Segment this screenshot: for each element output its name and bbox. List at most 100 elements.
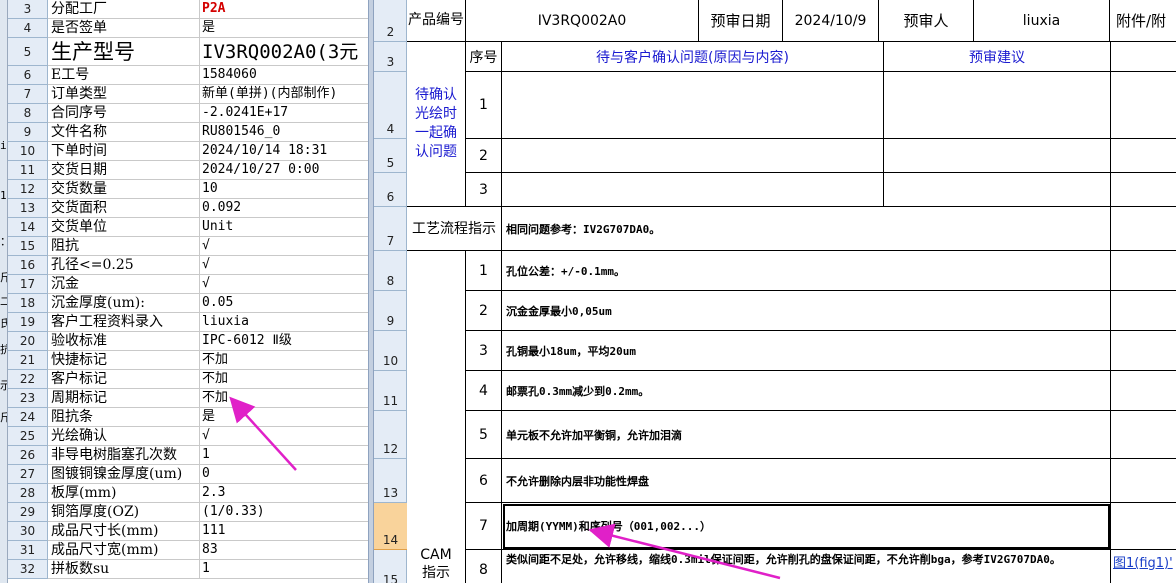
cam-item-num[interactable]: 8	[466, 550, 502, 583]
cam-item-text[interactable]: 邮票孔0.3mm减少到0.2mm。	[502, 371, 1111, 411]
cam-item-text[interactable]: 孔位公差：+/-0.1mm。	[502, 251, 1111, 291]
field-value-cell[interactable]: √	[200, 256, 368, 275]
row-header[interactable]: 9	[8, 123, 48, 142]
field-label-cell[interactable]: 周期标记	[48, 389, 200, 408]
row-header[interactable]: 24	[8, 408, 48, 427]
row-header[interactable]: 23	[8, 389, 48, 408]
field-value-cell[interactable]: 0	[200, 465, 368, 484]
field-label-cell[interactable]: 孔径<=0.25	[48, 256, 200, 275]
field-label-cell[interactable]: 客户工程资料录入	[48, 313, 200, 332]
row-header[interactable]: 11	[374, 371, 407, 411]
row-header[interactable]: 14	[8, 218, 48, 237]
field-label-cell[interactable]: 分配工厂	[48, 0, 200, 19]
row-header[interactable]: 30	[8, 522, 48, 541]
cam-item-text[interactable]: 类似间距不足处，允许移线，缩线0.3mil保证间距，允许削孔的盘保证间距，不允许…	[502, 550, 1111, 583]
field-label-cell[interactable]: 沉金	[48, 275, 200, 294]
cam-item-num[interactable]: 4	[466, 371, 502, 411]
issue-cell[interactable]	[502, 173, 884, 207]
row-header[interactable]: 16	[8, 256, 48, 275]
row-header[interactable]: 12	[8, 180, 48, 199]
cam-item-num[interactable]: 1	[466, 251, 502, 291]
row-header[interactable]: 9	[374, 291, 407, 331]
cam-item-num[interactable]: 3	[466, 331, 502, 371]
product-number-value[interactable]: IV3RQ002A0	[466, 0, 699, 42]
field-label-cell[interactable]: 交货单位	[48, 218, 200, 237]
row-header[interactable]: 13	[8, 199, 48, 218]
cam-item-text[interactable]: 不允许删除内层非功能性焊盘	[502, 459, 1111, 503]
cell[interactable]	[1111, 251, 1176, 291]
row-header[interactable]: 25	[8, 427, 48, 446]
field-value-cell[interactable]: 是	[200, 19, 368, 38]
field-value-cell[interactable]: -2.0241E+17	[200, 104, 368, 123]
field-value-cell[interactable]: RU801546_0	[200, 123, 368, 142]
row-header-selected[interactable]: 14	[374, 503, 407, 550]
field-value-cell[interactable]: liuxia	[200, 313, 368, 332]
row-header[interactable]: 19	[8, 313, 48, 332]
field-label-cell[interactable]: 拼板数su	[48, 560, 200, 579]
field-value-cell[interactable]: IPC-6012 Ⅱ级	[200, 332, 368, 351]
cam-item-num[interactable]: 6	[466, 459, 502, 503]
cell[interactable]	[1111, 139, 1176, 173]
row-header[interactable]: 6	[8, 66, 48, 85]
field-label-cell[interactable]: 光绘确认	[48, 427, 200, 446]
field-value-cell[interactable]: 10	[200, 180, 368, 199]
field-label-cell[interactable]: 快捷标记	[48, 351, 200, 370]
cam-item-text[interactable]: 沉金金厚最小0,05um	[502, 291, 1111, 331]
cam-item-num[interactable]: 7	[466, 503, 502, 550]
field-label-cell[interactable]: 客户标记	[48, 370, 200, 389]
field-value-cell[interactable]: 0.05	[200, 294, 368, 313]
field-label-cell[interactable]: 沉金厚度(um):	[48, 294, 200, 313]
row-header[interactable]: 27	[8, 465, 48, 484]
row-header[interactable]: 22	[8, 370, 48, 389]
field-label-cell[interactable]: 是否签单	[48, 19, 200, 38]
row-header[interactable]: 26	[8, 446, 48, 465]
suggestion-cell[interactable]	[884, 139, 1111, 173]
field-value-cell[interactable]: Unit	[200, 218, 368, 237]
field-label-cell[interactable]: 交货数量	[48, 180, 200, 199]
attachment-label[interactable]: 附件/附	[1110, 0, 1176, 42]
field-label-cell[interactable]: 订单类型	[48, 85, 200, 104]
cam-label[interactable]: CAM指示	[407, 251, 466, 583]
row-header[interactable]: 31	[8, 541, 48, 560]
field-value-cell[interactable]: 不加	[200, 351, 368, 370]
field-label-cell[interactable]: E工号	[48, 66, 200, 85]
row-header[interactable]: 32	[8, 560, 48, 579]
field-value-cell[interactable]: 2024/10/27 0:00	[200, 161, 368, 180]
field-value-cell[interactable]: 1	[200, 446, 368, 465]
field-value-cell[interactable]: √	[200, 427, 368, 446]
field-label-cell[interactable]: 阻抗	[48, 237, 200, 256]
row-header[interactable]: 28	[8, 484, 48, 503]
review-date-value[interactable]: 2024/10/9	[783, 0, 879, 42]
field-label-cell[interactable]: 成品尺寸宽(mm)	[48, 541, 200, 560]
field-label-cell[interactable]: 阻抗条	[48, 408, 200, 427]
row-header[interactable]: 5	[8, 38, 48, 66]
cam-item-text-selected[interactable]: 加周期(YYMM)和序列号（001,002...）	[502, 503, 1111, 550]
review-date-label[interactable]: 预审日期	[699, 0, 783, 42]
row-header[interactable]: 7	[374, 207, 407, 251]
field-label-cell[interactable]: 验收标准	[48, 332, 200, 351]
field-label-cell[interactable]: 合同序号	[48, 104, 200, 123]
confirm-section-label[interactable]: 待确认光绘时一起确认问题	[407, 42, 466, 207]
cell[interactable]	[1111, 503, 1176, 550]
row-header[interactable]: 29	[8, 503, 48, 522]
suggestion-cell[interactable]	[884, 72, 1111, 139]
field-value-cell[interactable]: 1	[200, 560, 368, 579]
field-value-cell[interactable]: 83	[200, 541, 368, 560]
suggestion-header[interactable]: 预审建议	[884, 42, 1111, 72]
cell[interactable]	[1111, 459, 1176, 503]
field-value-cell[interactable]: √	[200, 275, 368, 294]
row-header[interactable]: 12	[374, 411, 407, 459]
field-value-cell[interactable]: (1/0.33)	[200, 503, 368, 522]
row-header[interactable]: 3	[374, 42, 407, 72]
cell[interactable]	[1111, 42, 1176, 72]
cam-item-num[interactable]: 2	[466, 291, 502, 331]
field-value-cell[interactable]: P2A	[200, 0, 368, 19]
field-value-cell[interactable]: IV3RQ002A0(3元	[200, 38, 368, 66]
issue-cell[interactable]	[502, 139, 884, 173]
row-header[interactable]: 6	[374, 173, 407, 207]
field-label-cell[interactable]: 成品尺寸长(mm)	[48, 522, 200, 541]
row-header[interactable]: 10	[374, 331, 407, 371]
row-header[interactable]: 17	[8, 275, 48, 294]
process-label[interactable]: 工艺流程指示	[407, 207, 502, 251]
row-header[interactable]: 2	[374, 0, 407, 42]
